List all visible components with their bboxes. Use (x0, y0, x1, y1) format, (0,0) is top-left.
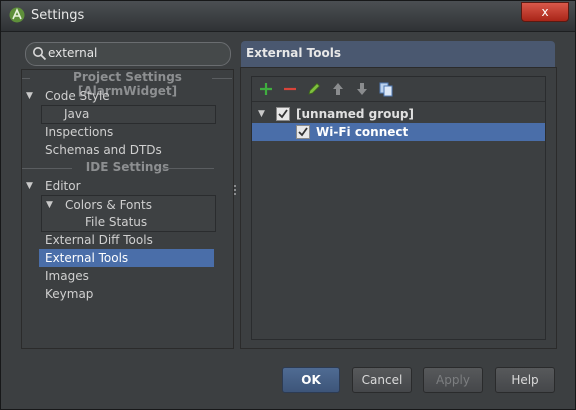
tree-item-inspections[interactable]: Inspections (45, 123, 113, 141)
ok-button[interactable]: OK (282, 367, 340, 393)
tree-item-file-status[interactable]: File Status (85, 213, 147, 231)
move-up-icon[interactable] (330, 81, 346, 97)
tree-item-java[interactable]: Java (64, 105, 89, 123)
tree-item-schemas[interactable]: Schemas and DTDs (45, 141, 162, 159)
tree-item-images[interactable]: Images (45, 267, 89, 285)
apply-button[interactable]: Apply (423, 367, 483, 393)
cancel-button[interactable]: Cancel (352, 367, 412, 393)
tree-item-code-style[interactable]: ▼ Code Style (26, 87, 226, 105)
subgroup-box: Java (41, 105, 216, 124)
close-button[interactable]: x (521, 2, 569, 22)
project-settings-header: Project Settings [AlarmWidget] (22, 70, 233, 98)
splitter-handle[interactable] (234, 185, 237, 199)
group-label: [unnamed group] (296, 107, 414, 121)
tree-item-colors-fonts[interactable]: ▼ Colors & Fonts (46, 196, 211, 214)
tree-group-row[interactable]: ▼ [unnamed group] (252, 105, 545, 123)
title-bar: Settings x (1, 1, 575, 32)
tree-tool-row[interactable]: Wi-Fi connect (252, 123, 545, 141)
move-down-icon[interactable] (354, 81, 370, 97)
copy-icon[interactable] (378, 81, 394, 97)
search-icon (33, 47, 47, 61)
window-title: Settings (31, 8, 85, 23)
android-studio-icon (9, 7, 25, 23)
expand-triangle-icon[interactable]: ▼ (26, 177, 33, 195)
tree-item-external-tools[interactable]: External Tools (39, 249, 214, 267)
settings-tree: Project Settings [AlarmWidget] ▼ Code St… (21, 69, 234, 349)
settings-window: Settings x Project Settings [AlarmWidget… (0, 0, 576, 410)
expand-triangle-icon[interactable]: ▼ (26, 87, 33, 105)
separator (212, 78, 232, 79)
tree-item-editor[interactable]: ▼ Editor (26, 177, 226, 195)
expand-triangle-icon[interactable]: ▼ (258, 105, 265, 123)
tools-tree-container: ▼ [unnamed group] Wi-Fi connect (251, 76, 546, 340)
remove-icon[interactable] (282, 81, 298, 97)
tool-label: Wi-Fi connect (316, 125, 409, 139)
help-button[interactable]: Help (495, 367, 555, 393)
add-icon[interactable] (258, 81, 274, 97)
tree-item-keymap[interactable]: Keymap (45, 285, 93, 303)
edit-pencil-icon[interactable] (306, 81, 322, 97)
group-checkbox[interactable] (276, 107, 290, 121)
tree-item-external-diff-tools[interactable]: External Diff Tools (45, 231, 153, 249)
search-field[interactable] (25, 42, 231, 66)
tool-checkbox[interactable] (296, 125, 310, 139)
tools-toolbar (252, 77, 545, 102)
external-tools-panel: ▼ [unnamed group] Wi-Fi connect (240, 67, 557, 349)
close-icon: x (541, 5, 549, 19)
panel-title: External Tools (246, 46, 341, 60)
ide-settings-header: IDE Settings (22, 160, 233, 176)
expand-triangle-icon[interactable]: ▼ (46, 196, 53, 214)
checkmark-icon (278, 109, 288, 119)
subgroup-box: ▼ Colors & Fonts File Status (41, 195, 216, 232)
grip-dot (234, 193, 236, 195)
checkmark-icon (298, 127, 308, 137)
separator (162, 168, 214, 169)
grip-dot (234, 189, 236, 191)
grip-dot (234, 185, 236, 187)
panel-header: External Tools (241, 41, 555, 67)
search-input[interactable] (48, 44, 218, 62)
